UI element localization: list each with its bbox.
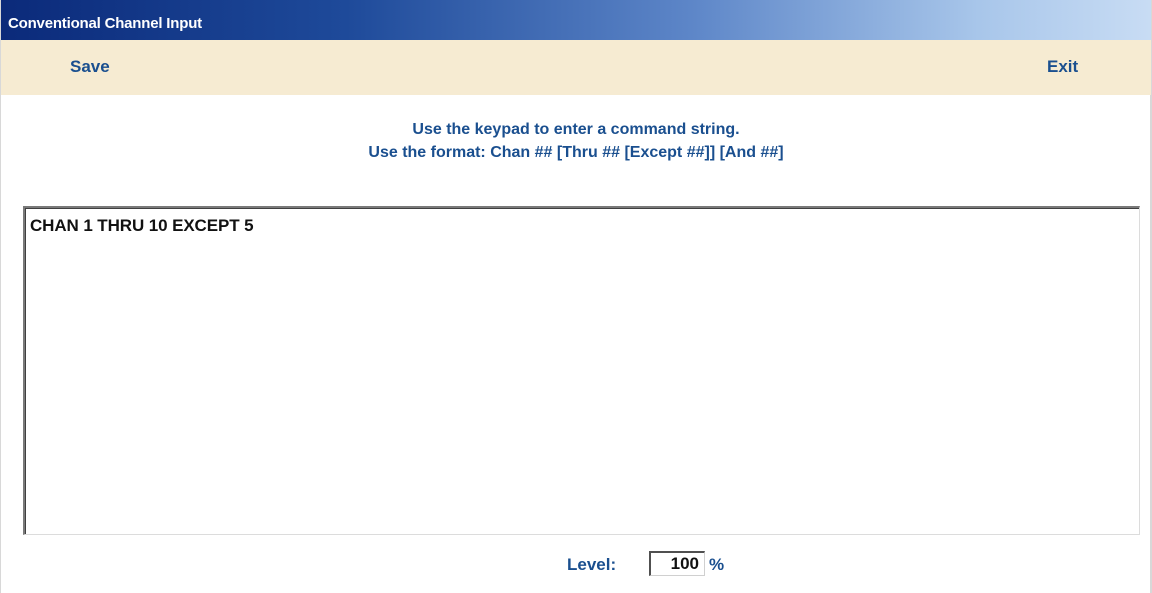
level-input[interactable]: 100 [649, 551, 705, 576]
instruction-format-line: Use the format: Chan ## [Thru ## [Except… [368, 144, 784, 161]
instruction-line-1: Use the keypad to enter a command string… [412, 121, 740, 138]
command-string-field[interactable]: CHAN 1 THRU 10 EXCEPT 5 [23, 206, 1140, 535]
save-button[interactable]: Save [70, 57, 110, 77]
command-string-value: CHAN 1 THRU 10 EXCEPT 5 [30, 216, 254, 235]
menu-bar: Save Exit [1, 40, 1151, 95]
exit-button[interactable]: Exit [1047, 57, 1078, 77]
conventional-channel-input-window: Conventional Channel Input Save Exit Use… [0, 0, 1152, 593]
level-unit: % [709, 555, 725, 574]
window-title: Conventional Channel Input [8, 15, 202, 32]
level-label: Level: [567, 555, 617, 574]
title-bar: Conventional Channel Input [1, 0, 1151, 40]
